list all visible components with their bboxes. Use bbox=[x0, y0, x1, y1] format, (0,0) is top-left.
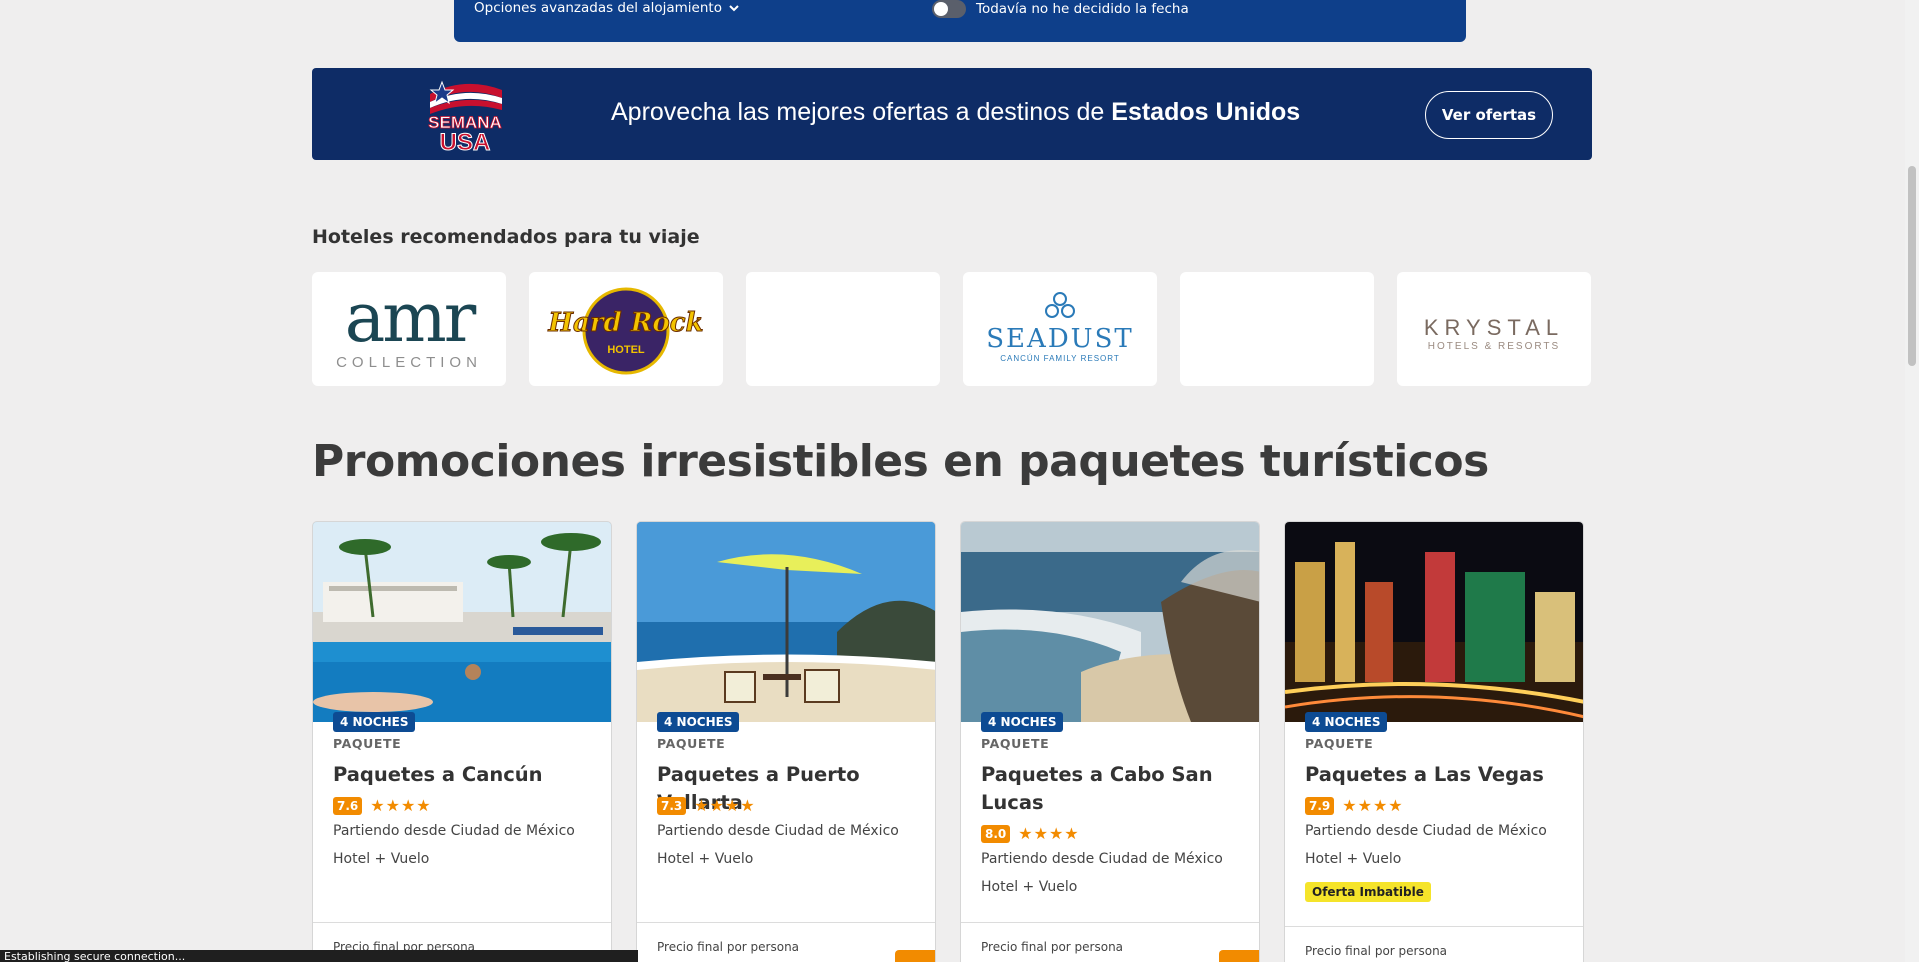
undecided-date-switch[interactable]: Todavía no he decidido la fecha bbox=[932, 0, 1189, 18]
package-title: Paquetes a Cancún bbox=[333, 763, 543, 786]
promotions-title: Promociones irresistibles en paquetes tu… bbox=[312, 436, 1489, 487]
package-type-text: Hotel + Vuelo bbox=[657, 851, 754, 867]
package-image-las-vegas bbox=[1285, 522, 1583, 722]
nights-badge: 4 NOCHES bbox=[657, 712, 740, 732]
discount-badge bbox=[895, 950, 935, 962]
score-badge: 7.3 bbox=[657, 796, 687, 815]
origin-text: Partiendo desde Ciudad de México bbox=[981, 851, 1223, 867]
seadust-logo: SEADUST CANCÚN FAMILY RESORT bbox=[986, 292, 1133, 363]
package-type-text: Hotel + Vuelo bbox=[1305, 851, 1402, 867]
semana-usa-logo: SEMANA USA bbox=[420, 76, 510, 157]
rating-row: 8.0 ★★★★ bbox=[981, 824, 1080, 843]
divider bbox=[1285, 926, 1583, 927]
scrollbar-thumb[interactable] bbox=[1908, 166, 1916, 366]
package-card-cabo-san-lucas[interactable]: 4 NOCHES PAQUETE Paquetes a Cabo San Luc… bbox=[960, 521, 1260, 962]
krystal-logo: KRYSTAL HOTELS & RESORTS bbox=[1424, 315, 1564, 352]
browser-status-text: Establishing secure connection... bbox=[0, 950, 638, 962]
star-icon: ★★★★ bbox=[694, 796, 756, 815]
package-image-puerto-vallarta bbox=[637, 522, 935, 722]
svg-text:USA: USA bbox=[440, 129, 491, 152]
package-card-las-vegas[interactable]: 4 NOCHES PAQUETE Paquetes a Las Vegas 7.… bbox=[1284, 521, 1584, 962]
divider bbox=[313, 922, 611, 923]
rating-row: 7.9 ★★★★ bbox=[1305, 796, 1404, 815]
svg-text:COLLECTION: COLLECTION bbox=[336, 354, 482, 371]
svg-text:KRYSTAL: KRYSTAL bbox=[1424, 315, 1564, 340]
origin-text: Partiendo desde Ciudad de México bbox=[657, 823, 899, 839]
hard-rock-logo: Hard Rock HOTEL bbox=[547, 287, 704, 375]
svg-text:CANCÚN FAMILY RESORT: CANCÚN FAMILY RESORT bbox=[1000, 354, 1120, 363]
undecided-date-label: Todavía no he decidido la fecha bbox=[976, 1, 1189, 17]
package-image-cabo bbox=[961, 522, 1259, 722]
svg-text:HOTELS & RESORTS: HOTELS & RESORTS bbox=[1428, 341, 1560, 352]
rating-row: 7.3 ★★★★ bbox=[657, 796, 756, 815]
hotel-card-empty-2[interactable] bbox=[1180, 272, 1374, 386]
package-type-text: Hotel + Vuelo bbox=[981, 879, 1078, 895]
search-options-bar: Opciones avanzadas del alojamiento Todav… bbox=[454, 0, 1466, 42]
origin-text: Partiendo desde Ciudad de México bbox=[333, 823, 575, 839]
price-label: Precio final por persona bbox=[981, 940, 1124, 954]
price-label: Precio final por persona bbox=[1305, 944, 1448, 958]
discount-badge bbox=[1219, 950, 1259, 962]
package-type-text: Hotel + Vuelo bbox=[333, 851, 430, 867]
toggle-switch[interactable] bbox=[932, 0, 966, 18]
package-kind: PAQUETE bbox=[333, 736, 402, 751]
page-scrollbar[interactable] bbox=[1905, 0, 1919, 962]
price-label: Precio final por persona bbox=[657, 940, 800, 954]
divider bbox=[637, 922, 935, 923]
svg-text:Hard Rock: Hard Rock bbox=[547, 308, 703, 338]
score-badge: 7.6 bbox=[333, 796, 363, 815]
package-kind: PAQUETE bbox=[1305, 736, 1374, 751]
package-title: Paquetes a Las Vegas bbox=[1305, 763, 1544, 786]
package-kind: PAQUETE bbox=[657, 736, 726, 751]
see-offers-button[interactable]: Ver ofertas bbox=[1425, 91, 1553, 139]
recommended-hotels-title: Hoteles recomendados para tu viaje bbox=[312, 226, 700, 248]
package-image-cancun bbox=[313, 522, 611, 722]
package-card-cancun[interactable]: 4 NOCHES PAQUETE Paquetes a Cancún 7.6 ★… bbox=[312, 521, 612, 962]
star-icon: ★★★★ bbox=[1342, 796, 1404, 815]
hotel-card-krystal[interactable]: KRYSTAL HOTELS & RESORTS bbox=[1397, 272, 1591, 386]
banner-headline: Aprovecha las mejores ofertas a destinos… bbox=[611, 98, 1301, 126]
divider bbox=[961, 922, 1259, 923]
star-icon: ★★★★ bbox=[1018, 824, 1080, 843]
package-card-puerto-vallarta[interactable]: 4 NOCHES PAQUETE Paquetes a Puerto Valla… bbox=[636, 521, 936, 962]
rating-row: 7.6 ★★★★ bbox=[333, 796, 432, 815]
origin-text: Partiendo desde Ciudad de México bbox=[1305, 823, 1547, 839]
hotel-card-hard-rock[interactable]: Hard Rock HOTEL bbox=[529, 272, 723, 386]
svg-text:amr: amr bbox=[345, 279, 477, 358]
advanced-options-label: Opciones avanzadas del alojamiento bbox=[474, 0, 722, 16]
promo-banner[interactable]: SEMANA USA Aprovecha las mejores ofertas… bbox=[312, 68, 1592, 160]
package-kind: PAQUETE bbox=[981, 736, 1050, 751]
svg-text:SEADUST: SEADUST bbox=[986, 324, 1133, 354]
nights-badge: 4 NOCHES bbox=[333, 712, 416, 732]
score-badge: 8.0 bbox=[981, 824, 1011, 843]
nights-badge: 4 NOCHES bbox=[981, 712, 1064, 732]
advanced-options-toggle[interactable]: Opciones avanzadas del alojamiento bbox=[474, 0, 740, 16]
package-title: Paquetes a Cabo San Lucas bbox=[981, 763, 1213, 814]
score-badge: 7.9 bbox=[1305, 796, 1335, 815]
hotel-card-amr[interactable]: amr COLLECTION bbox=[312, 272, 506, 386]
nights-badge: 4 NOCHES bbox=[1305, 712, 1388, 732]
offer-badge: Oferta Imbatible bbox=[1305, 882, 1431, 902]
amr-collection-logo: amr COLLECTION bbox=[336, 279, 482, 371]
hotel-card-seadust[interactable]: SEADUST CANCÚN FAMILY RESORT bbox=[963, 272, 1157, 386]
star-icon: ★★★★ bbox=[370, 796, 432, 815]
chevron-down-icon bbox=[729, 5, 739, 12]
hotel-card-empty-1[interactable] bbox=[746, 272, 940, 386]
svg-text:HOTEL: HOTEL bbox=[607, 344, 645, 356]
